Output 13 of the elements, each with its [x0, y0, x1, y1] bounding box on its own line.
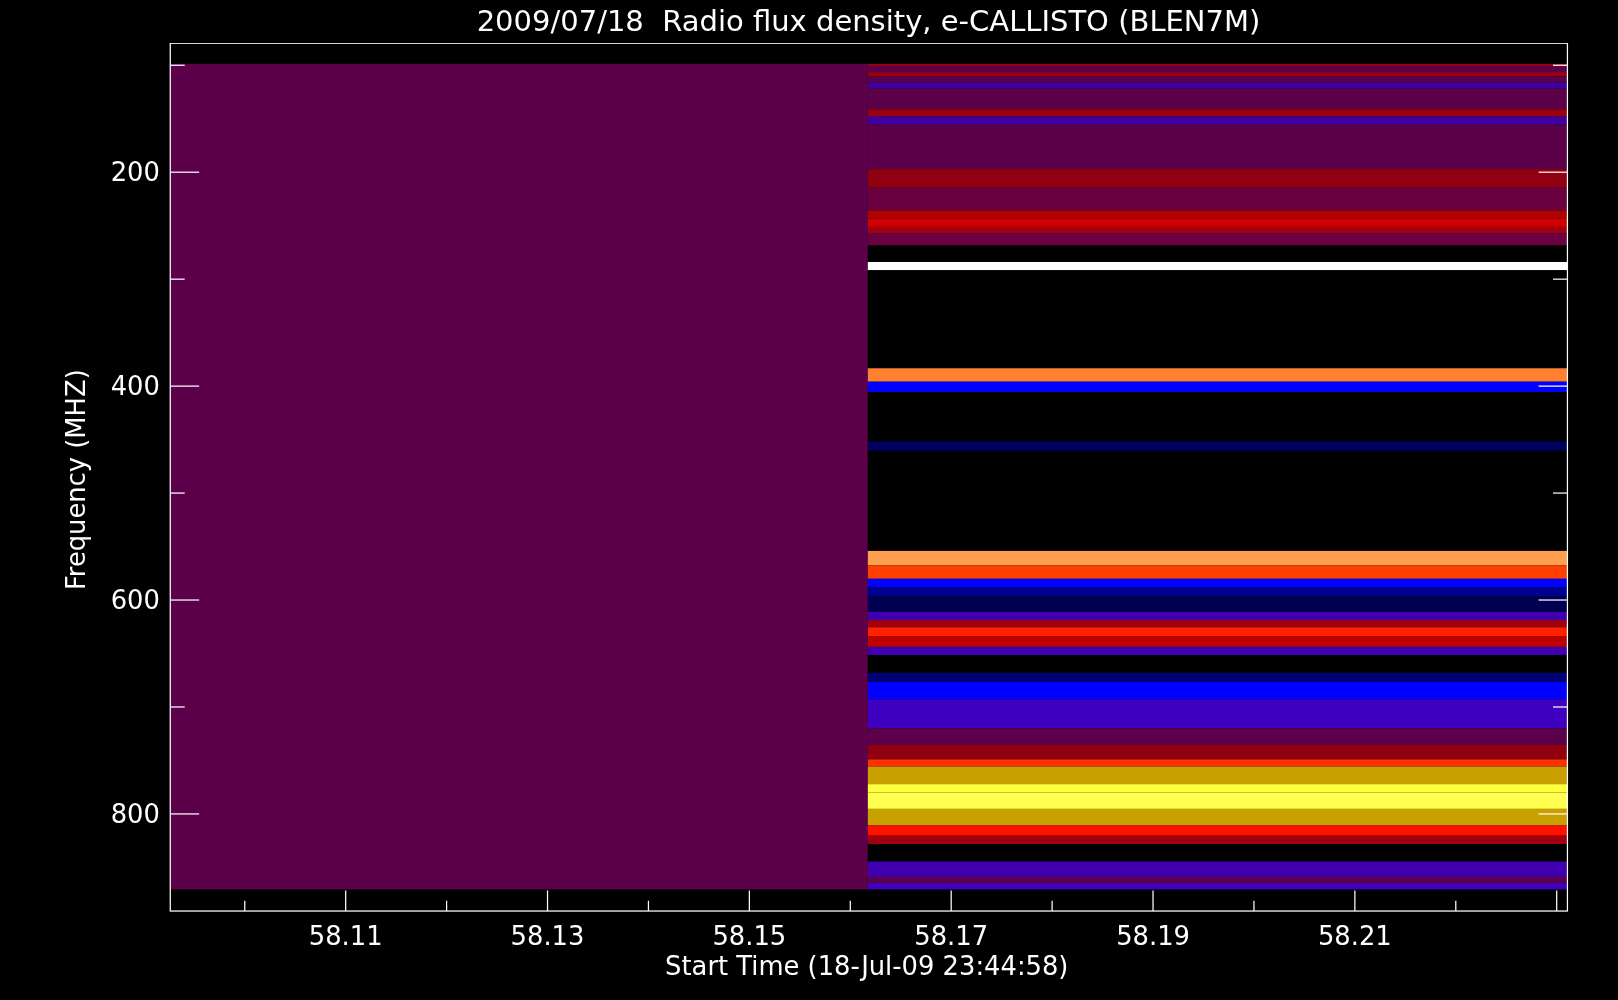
x-tick-label: 58.17	[914, 921, 989, 952]
y-axis-label: Frequency (MHZ)	[60, 369, 91, 591]
x-tick-label: 58.15	[712, 921, 787, 952]
x-tick-label: 58.11	[308, 921, 383, 952]
x-axis-label: Start Time (18-Jul-09 23:44:58)	[665, 951, 1069, 981]
chart-title: 2009/07/18 Radio flux density, e-CALLISTO (BLEN7M)	[476, 7, 1261, 36]
y-tick-label: 400	[110, 371, 160, 402]
y-tick-label: 600	[110, 585, 160, 616]
y-tick-label: 200	[110, 157, 160, 188]
x-tick-label: 58.21	[1317, 921, 1392, 952]
x-tick-label: 58.13	[510, 921, 585, 952]
y-tick-label: 800	[110, 799, 160, 830]
x-tick-label: 58.19	[1116, 921, 1190, 952]
